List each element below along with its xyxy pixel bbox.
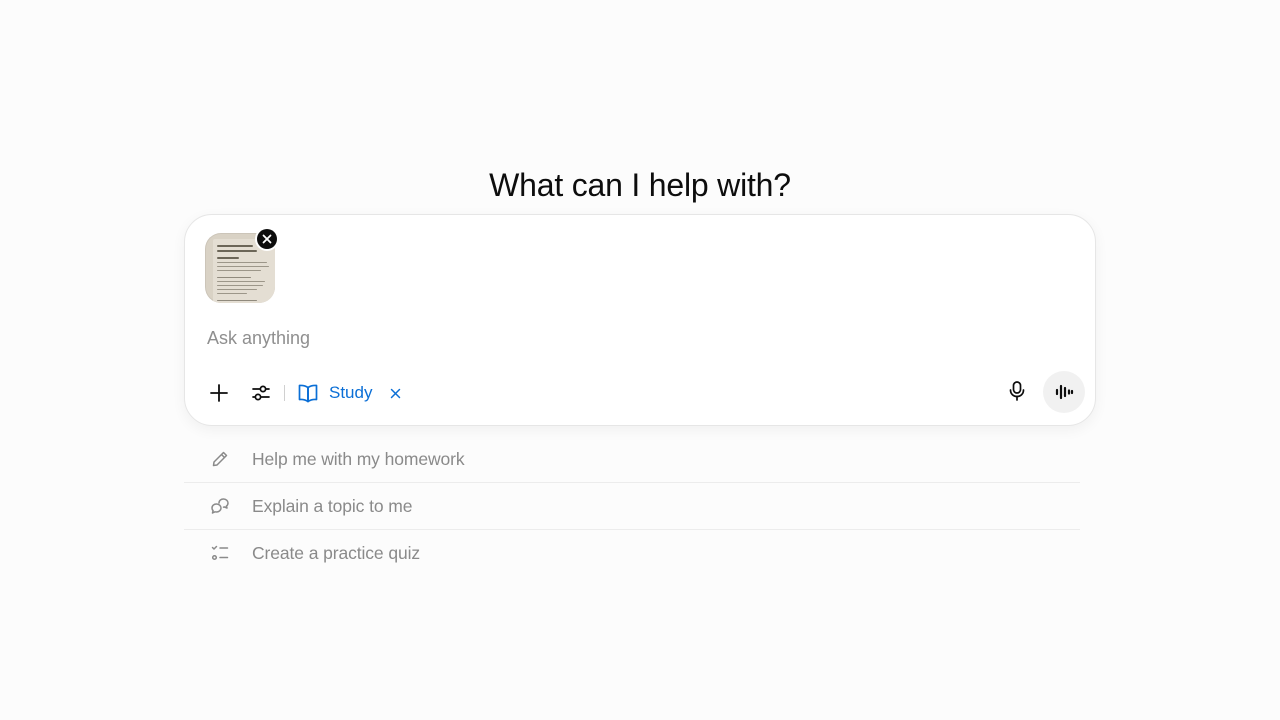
remove-study-mode-button[interactable] [390,388,401,399]
close-icon [391,388,401,398]
checklist-icon [210,543,230,563]
close-icon [262,234,272,244]
suggestion-explain-topic[interactable]: Explain a topic to me [184,483,1080,530]
page-title: What can I help with? [489,167,791,204]
plus-icon [210,384,228,402]
add-attachment-button[interactable] [201,375,237,411]
toolbar-divider [284,385,285,401]
suggestion-label: Create a practice quiz [252,542,421,563]
chat-home: What can I help with? Ask anything Study… [0,0,1280,720]
suggestion-label: Help me with my homework [252,448,465,469]
suggestion-homework[interactable]: Help me with my homework [184,436,1080,483]
suggestion-list: Help me with my homework Explain a topic… [184,436,1080,576]
study-mode-chip[interactable]: Study [297,377,401,409]
chat-bubbles-icon [210,496,230,516]
microphone-icon [1009,381,1025,401]
voice-mode-button[interactable] [1043,371,1085,413]
prompt-input[interactable] [207,323,1067,353]
study-mode-label: Study [329,383,373,402]
voice-waveform-icon [1055,384,1074,400]
tools-button[interactable] [243,375,279,411]
open-book-icon [298,384,318,403]
sliders-icon [252,385,270,401]
dictate-button[interactable] [999,373,1035,409]
remove-attachment-button[interactable] [257,229,277,249]
pencil-icon [210,449,230,469]
suggestion-practice-quiz[interactable]: Create a practice quiz [184,530,1080,576]
suggestion-label: Explain a topic to me [252,495,413,516]
composer: Study [184,214,1096,426]
